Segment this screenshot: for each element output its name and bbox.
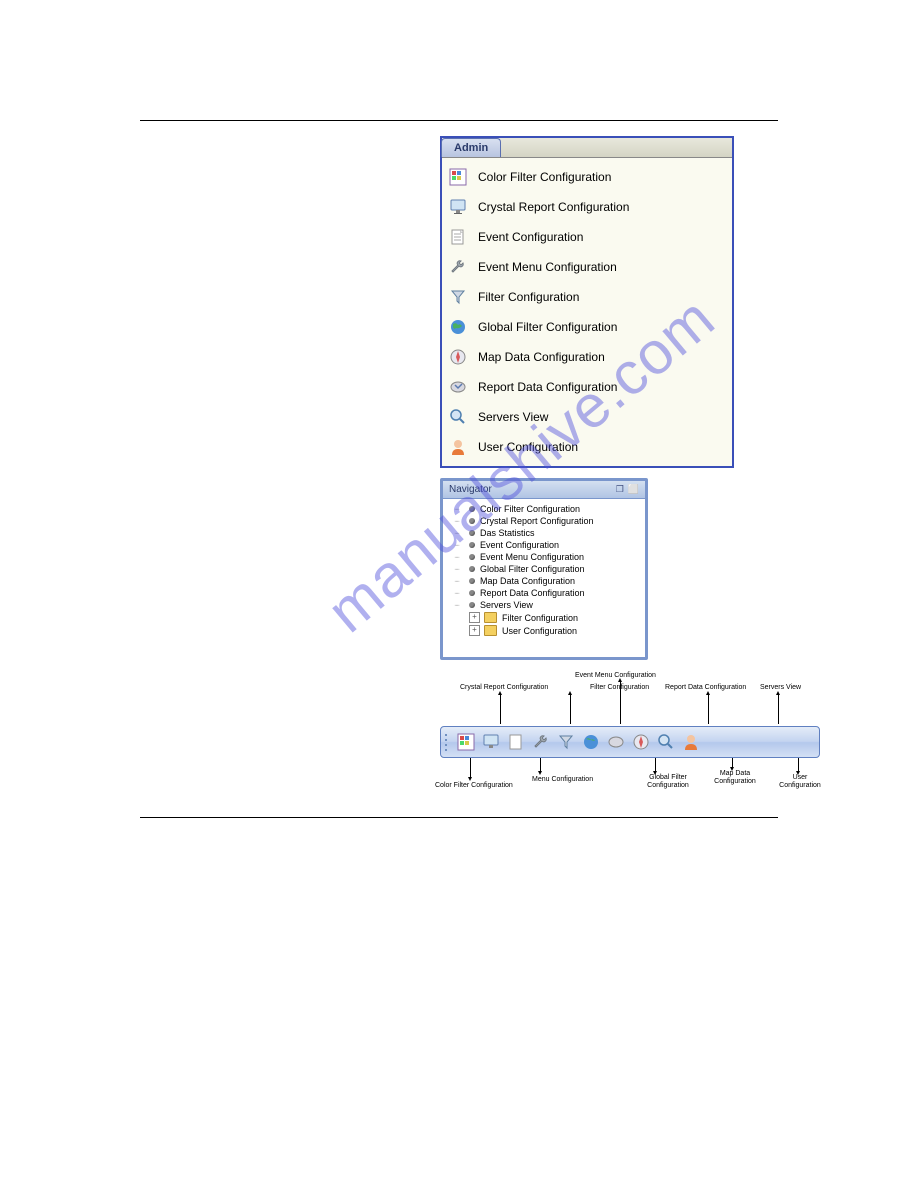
magnifier-icon[interactable] xyxy=(656,732,676,752)
diagram-label: Map Data Configuration xyxy=(710,770,760,785)
admin-item-filter-config[interactable]: Filter Configuration xyxy=(442,282,732,312)
admin-item-global-filter[interactable]: Global Filter Configuration xyxy=(442,312,732,342)
color-grid-icon[interactable] xyxy=(456,732,476,752)
user-icon xyxy=(448,437,468,457)
admin-item-user-config[interactable]: User Configuration xyxy=(442,432,732,462)
diagram-label: Servers View xyxy=(760,684,801,692)
folder-icon xyxy=(484,612,497,623)
admin-item-servers-view[interactable]: Servers View xyxy=(442,402,732,432)
screen-icon xyxy=(448,197,468,217)
expand-icon[interactable]: + xyxy=(469,612,480,623)
left-column-spacer xyxy=(140,136,440,802)
drag-handle-icon[interactable] xyxy=(445,732,449,752)
color-grid-icon xyxy=(448,167,468,187)
diagram-label: Global Filter Configuration xyxy=(638,774,698,789)
nav-item[interactable]: ┈Color Filter Configuration xyxy=(445,503,643,515)
admin-item-color-filter[interactable]: Color Filter Configuration xyxy=(442,162,732,192)
arrow-icon xyxy=(540,758,541,772)
funnel-icon[interactable] xyxy=(556,732,576,752)
screen-icon[interactable] xyxy=(481,732,501,752)
admin-item-report-data[interactable]: Report Data Configuration xyxy=(442,372,732,402)
admin-item-label: Servers View xyxy=(478,410,548,424)
wrench-icon xyxy=(448,257,468,277)
pin-icon[interactable]: ⬜ xyxy=(628,484,639,495)
bottom-rule xyxy=(140,817,778,818)
navigator-header: Navigator ❐ ⬜ xyxy=(443,481,645,499)
wrench-icon[interactable] xyxy=(531,732,551,752)
compass-icon[interactable] xyxy=(631,732,651,752)
arrow-icon xyxy=(570,694,571,724)
user-icon[interactable] xyxy=(681,732,701,752)
admin-item-label: Filter Configuration xyxy=(478,290,579,304)
arrow-icon xyxy=(778,694,779,724)
expand-icon[interactable]: + xyxy=(469,625,480,636)
nav-item[interactable]: ┈Event Configuration xyxy=(445,539,643,551)
admin-item-label: Color Filter Configuration xyxy=(478,170,611,184)
document-icon[interactable] xyxy=(506,732,526,752)
globe-icon xyxy=(448,317,468,337)
compass-icon xyxy=(448,347,468,367)
arrow-icon xyxy=(732,758,733,768)
admin-item-label: Global Filter Configuration xyxy=(478,320,617,334)
nav-item[interactable]: ┈Global Filter Configuration xyxy=(445,563,643,575)
admin-item-label: Crystal Report Configuration xyxy=(478,200,629,214)
arrow-icon xyxy=(620,681,621,724)
arrow-icon xyxy=(655,758,656,772)
arrow-icon xyxy=(798,758,799,772)
nav-item[interactable]: ┈Map Data Configuration xyxy=(445,575,643,587)
nav-folder-item[interactable]: +User Configuration xyxy=(445,624,643,637)
arrow-icon xyxy=(708,694,709,724)
nav-item[interactable]: ┈Crystal Report Configuration xyxy=(445,515,643,527)
arrow-icon xyxy=(470,758,471,778)
admin-item-event-menu[interactable]: Event Menu Configuration xyxy=(442,252,732,282)
diagram-label: Crystal Report Configuration xyxy=(460,684,548,692)
admin-item-event-config[interactable]: Event Configuration xyxy=(442,222,732,252)
admin-panel: Admin Color Filter Configuration Crystal… xyxy=(440,136,734,468)
admin-item-label: Map Data Configuration xyxy=(478,350,605,364)
admin-item-label: Report Data Configuration xyxy=(478,380,617,394)
top-rule xyxy=(140,120,778,121)
admin-item-map-data[interactable]: Map Data Configuration xyxy=(442,342,732,372)
toolbar-strip xyxy=(440,726,820,758)
nav-item[interactable]: ┈Report Data Configuration xyxy=(445,587,643,599)
nav-item[interactable]: ┈Servers View xyxy=(445,599,643,611)
admin-tab[interactable]: Admin xyxy=(441,138,501,157)
magnifier-icon xyxy=(448,407,468,427)
report-icon[interactable] xyxy=(606,732,626,752)
window-restore-icon[interactable]: ❐ xyxy=(616,484,624,495)
admin-item-crystal-report[interactable]: Crystal Report Configuration xyxy=(442,192,732,222)
globe-icon[interactable] xyxy=(581,732,601,752)
admin-panel-header: Admin xyxy=(442,138,732,158)
arrow-icon xyxy=(500,694,501,724)
funnel-icon xyxy=(448,287,468,307)
navigator-title: Navigator xyxy=(449,484,492,495)
admin-item-label: Event Configuration xyxy=(478,230,583,244)
nav-folder-item[interactable]: +Filter Configuration xyxy=(445,611,643,624)
document-icon xyxy=(448,227,468,247)
diagram-label: Menu Configuration xyxy=(532,776,593,784)
folder-icon xyxy=(484,625,497,636)
diagram-label: Event Menu Configuration xyxy=(575,672,656,680)
report-icon xyxy=(448,377,468,397)
nav-item[interactable]: ┈Das Statistics xyxy=(445,527,643,539)
admin-item-label: Event Menu Configuration xyxy=(478,260,617,274)
toolbar-diagram: Event Menu Configuration Crystal Report … xyxy=(440,672,820,802)
navigator-panel: Navigator ❐ ⬜ ┈Color Filter Configuratio… xyxy=(440,478,648,660)
admin-item-label: User Configuration xyxy=(478,440,578,454)
diagram-label: Color Filter Configuration xyxy=(435,782,513,790)
nav-item[interactable]: ┈Event Menu Configuration xyxy=(445,551,643,563)
diagram-label: User Configuration xyxy=(775,774,825,789)
navigator-tree: ┈Color Filter Configuration ┈Crystal Rep… xyxy=(443,499,645,657)
